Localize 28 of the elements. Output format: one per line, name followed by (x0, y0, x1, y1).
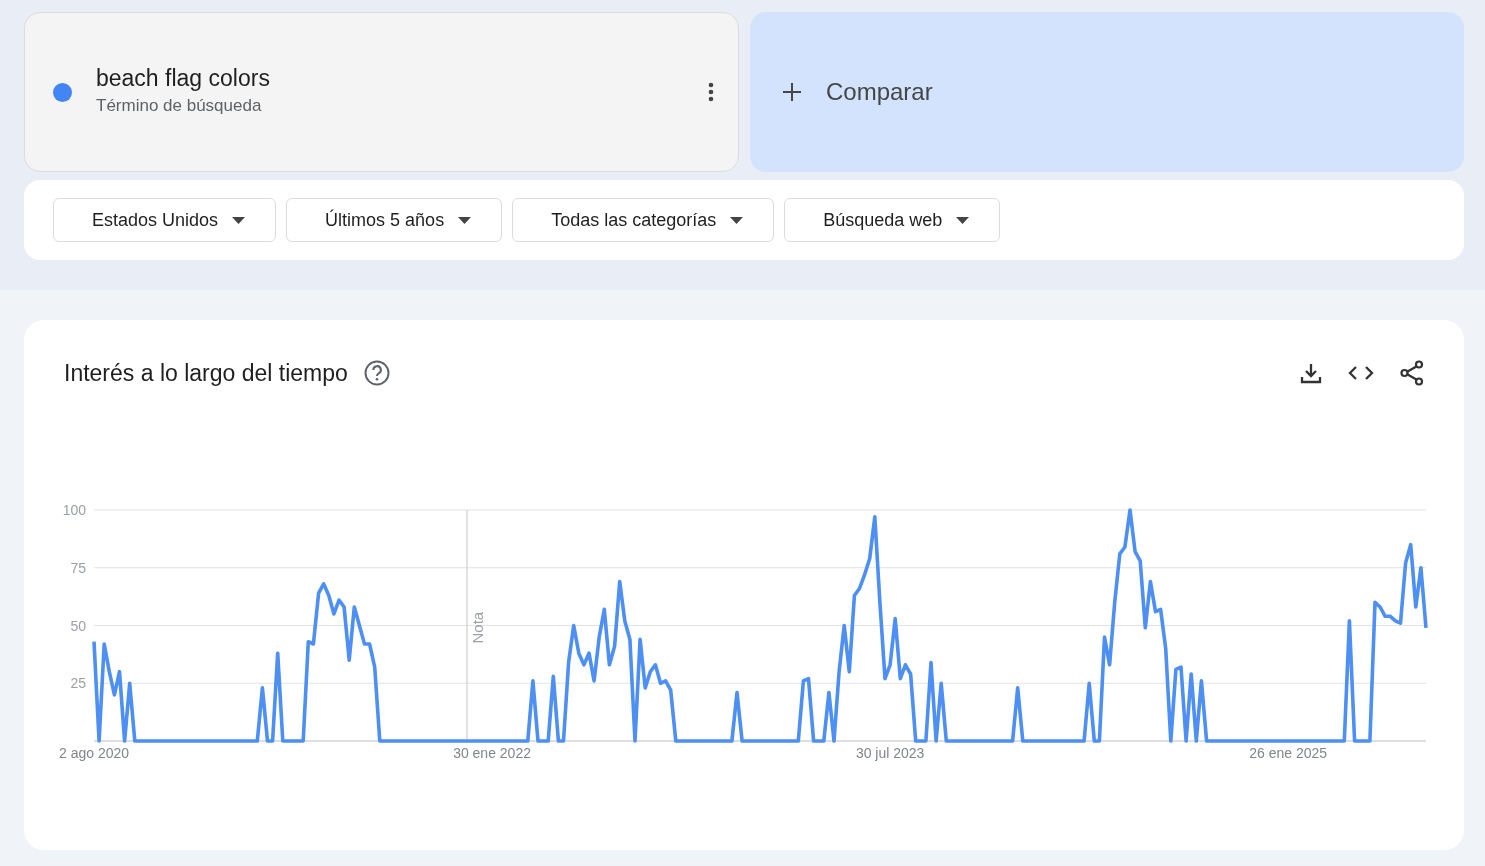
y-axis-label: 75 (70, 559, 86, 576)
y-axis-label: 25 (70, 674, 86, 691)
download-icon[interactable] (1300, 362, 1322, 385)
share-icon[interactable] (1400, 360, 1424, 387)
search-term-type: Término de búsqueda (96, 95, 263, 118)
x-axis-label: 26 ene 2025 (1249, 744, 1328, 761)
x-axis-label: 30 jul 2023 (855, 744, 925, 761)
embed-code-icon[interactable] (1348, 365, 1374, 382)
filter-dropdown[interactable]: Estados Unidos (53, 198, 277, 242)
more-menu-icon[interactable] (708, 82, 714, 102)
caret-icon (232, 216, 246, 224)
caret-icon (730, 216, 744, 224)
filter-dropdown[interactable]: Todas las categorías (512, 198, 775, 242)
search-term-name: beach flag colors (96, 65, 271, 94)
y-axis-label: 50 (70, 617, 86, 633)
filter-dropdown[interactable]: Búsqueda web (784, 198, 1001, 242)
y-axis-label: 100 (62, 501, 86, 518)
compare-card[interactable]: Comparar (750, 12, 1464, 172)
caret-icon (458, 216, 472, 224)
caret-icon (956, 216, 970, 224)
chart-title: Interés a lo largo del tiempo (64, 359, 348, 388)
x-axis-label: 30 ene 2022 (453, 744, 531, 761)
plus-icon (782, 82, 802, 102)
annotation-note: Nota (468, 611, 486, 643)
filter-dropdown[interactable]: Últimos 5 años (286, 198, 503, 242)
x-axis-label: 2 ago 2020 (58, 744, 130, 761)
compare-label: Comparar (826, 77, 933, 107)
help-icon[interactable] (363, 360, 390, 387)
